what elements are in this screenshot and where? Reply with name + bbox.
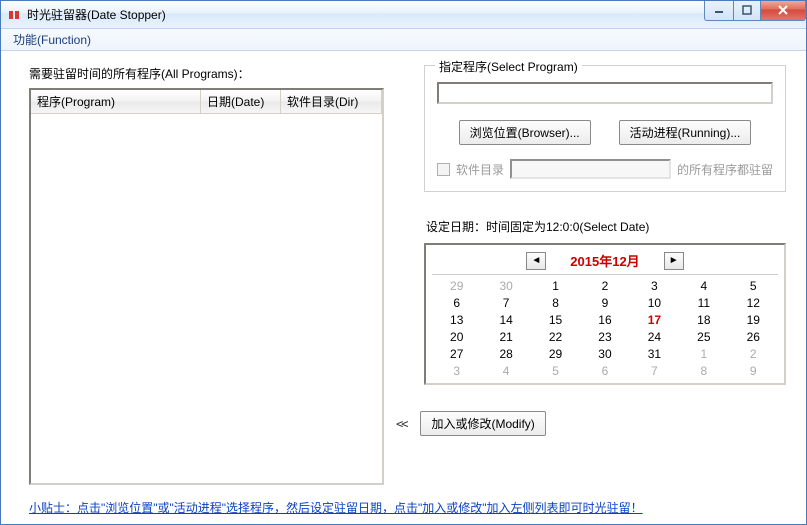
calendar-day[interactable]: 22 bbox=[531, 328, 580, 345]
menubar: 功能(Function) bbox=[1, 29, 806, 51]
dir-input bbox=[510, 159, 671, 179]
calendar-day[interactable]: 5 bbox=[531, 362, 580, 379]
calendar-day[interactable]: 29 bbox=[432, 277, 481, 294]
program-path-input[interactable] bbox=[437, 82, 773, 104]
calendar-day[interactable]: 5 bbox=[729, 277, 778, 294]
calendar-day[interactable]: 3 bbox=[432, 362, 481, 379]
calendar-day[interactable]: 29 bbox=[531, 345, 580, 362]
calendar-day[interactable]: 8 bbox=[679, 362, 728, 379]
calendar: ◄ 2015年12月 ► 293012345678910111213141516… bbox=[424, 243, 786, 385]
all-programs-label: 需要驻留时间的所有程序(All Programs)： bbox=[29, 65, 384, 82]
calendar-day[interactable]: 10 bbox=[630, 294, 679, 311]
calendar-grid: 2930123456789101112131415161718192021222… bbox=[432, 274, 778, 379]
calendar-day[interactable]: 24 bbox=[630, 328, 679, 345]
calendar-day[interactable]: 31 bbox=[630, 345, 679, 362]
maximize-button[interactable] bbox=[733, 1, 761, 21]
calendar-day[interactable]: 30 bbox=[580, 345, 629, 362]
calendar-day[interactable]: 1 bbox=[531, 277, 580, 294]
select-program-legend: 指定程序(Select Program) bbox=[435, 58, 582, 75]
minimize-button[interactable] bbox=[704, 1, 734, 21]
calendar-day[interactable]: 7 bbox=[630, 362, 679, 379]
app-icon bbox=[7, 8, 21, 22]
right-panel: 指定程序(Select Program) 浏览位置(Browser)... 活动… bbox=[424, 65, 786, 485]
calendar-day[interactable]: 4 bbox=[481, 362, 530, 379]
calendar-day[interactable]: 28 bbox=[481, 345, 530, 362]
dir-checkbox bbox=[437, 163, 450, 176]
col-program[interactable]: 程序(Program) bbox=[31, 90, 201, 113]
dir-checkbox-row: 软件目录 的所有程序都驻留 bbox=[437, 159, 773, 179]
titlebar: 时光驻留器(Date Stopper) bbox=[1, 1, 806, 29]
modify-button[interactable]: 加入或修改(Modify) bbox=[420, 411, 545, 436]
next-month-button[interactable]: ► bbox=[664, 252, 684, 270]
calendar-day[interactable]: 6 bbox=[432, 294, 481, 311]
listview-body[interactable] bbox=[31, 114, 382, 483]
calendar-day[interactable]: 26 bbox=[729, 328, 778, 345]
left-panel: 需要驻留时间的所有程序(All Programs)： 程序(Program) 日… bbox=[29, 65, 384, 485]
calendar-day[interactable]: 11 bbox=[679, 294, 728, 311]
month-label: 2015年12月 bbox=[570, 251, 639, 270]
prev-month-button[interactable]: ◄ bbox=[526, 252, 546, 270]
window-buttons bbox=[704, 1, 806, 21]
button-row: 浏览位置(Browser)... 活动进程(Running)... bbox=[437, 120, 773, 145]
calendar-day[interactable]: 17 bbox=[630, 311, 679, 328]
close-button[interactable] bbox=[760, 1, 806, 21]
browser-button[interactable]: 浏览位置(Browser)... bbox=[459, 120, 591, 145]
col-dir[interactable]: 软件目录(Dir) bbox=[281, 90, 382, 113]
calendar-day[interactable]: 9 bbox=[729, 362, 778, 379]
calendar-day[interactable]: 9 bbox=[580, 294, 629, 311]
calendar-day[interactable]: 14 bbox=[481, 311, 530, 328]
menu-function[interactable]: 功能(Function) bbox=[5, 28, 99, 51]
calendar-day[interactable]: 8 bbox=[531, 294, 580, 311]
client-area: 需要驻留时间的所有程序(All Programs)： 程序(Program) 日… bbox=[1, 51, 806, 524]
window: 时光驻留器(Date Stopper) 功能(Function) 需要驻留时间的… bbox=[0, 0, 807, 525]
calendar-day[interactable]: 3 bbox=[630, 277, 679, 294]
calendar-day[interactable]: 7 bbox=[481, 294, 530, 311]
programs-listview[interactable]: 程序(Program) 日期(Date) 软件目录(Dir) bbox=[29, 88, 384, 485]
action-row: << 加入或修改(Modify) bbox=[396, 411, 786, 436]
calendar-day[interactable]: 27 bbox=[432, 345, 481, 362]
calendar-day[interactable]: 21 bbox=[481, 328, 530, 345]
calendar-day[interactable]: 2 bbox=[729, 345, 778, 362]
calendar-day[interactable]: 12 bbox=[729, 294, 778, 311]
select-date-label: 设定日期：时间固定为12:0:0(Select Date) bbox=[426, 218, 786, 235]
calendar-day[interactable]: 30 bbox=[481, 277, 530, 294]
dir-suffix-label: 的所有程序都驻留 bbox=[677, 161, 773, 178]
arrows-icon: << bbox=[396, 417, 406, 431]
window-title: 时光驻留器(Date Stopper) bbox=[27, 6, 704, 23]
calendar-day[interactable]: 25 bbox=[679, 328, 728, 345]
calendar-day[interactable]: 2 bbox=[580, 277, 629, 294]
tip-link[interactable]: 小贴士：点击"浏览位置"或"活动进程"选择程序，然后设定驻留日期，点击"加入或修… bbox=[29, 499, 786, 516]
calendar-day[interactable]: 15 bbox=[531, 311, 580, 328]
calendar-day[interactable]: 1 bbox=[679, 345, 728, 362]
columns: 需要驻留时间的所有程序(All Programs)： 程序(Program) 日… bbox=[29, 65, 786, 485]
calendar-day[interactable]: 19 bbox=[729, 311, 778, 328]
calendar-day[interactable]: 18 bbox=[679, 311, 728, 328]
calendar-day[interactable]: 6 bbox=[580, 362, 629, 379]
calendar-header: ◄ 2015年12月 ► bbox=[432, 249, 778, 274]
listview-header: 程序(Program) 日期(Date) 软件目录(Dir) bbox=[31, 90, 382, 114]
dir-checkbox-label: 软件目录 bbox=[456, 161, 504, 178]
select-program-group: 指定程序(Select Program) 浏览位置(Browser)... 活动… bbox=[424, 65, 786, 192]
calendar-day[interactable]: 23 bbox=[580, 328, 629, 345]
col-date[interactable]: 日期(Date) bbox=[201, 90, 281, 113]
calendar-day[interactable]: 13 bbox=[432, 311, 481, 328]
calendar-day[interactable]: 4 bbox=[679, 277, 728, 294]
calendar-day[interactable]: 16 bbox=[580, 311, 629, 328]
running-button[interactable]: 活动进程(Running)... bbox=[619, 120, 752, 145]
calendar-day[interactable]: 20 bbox=[432, 328, 481, 345]
